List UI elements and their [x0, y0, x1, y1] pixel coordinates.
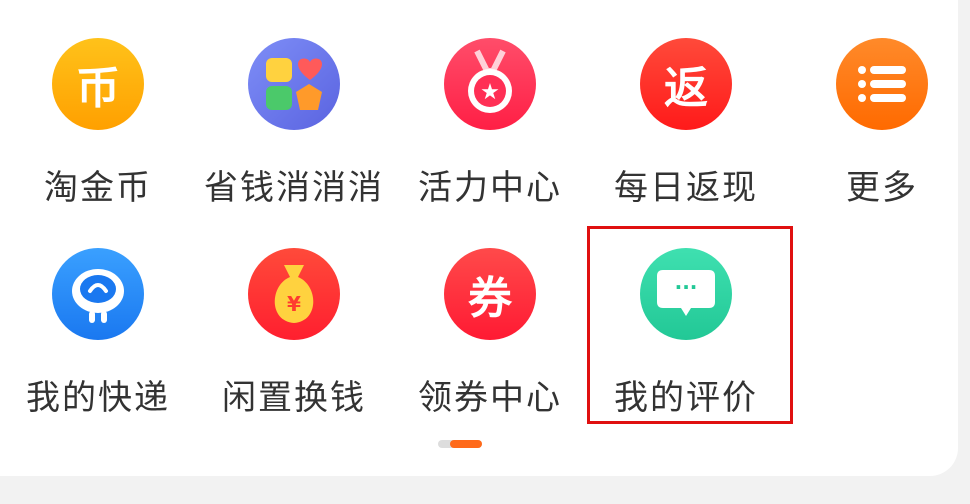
page-indicator-active [450, 440, 482, 448]
money-bag-icon: ¥ [248, 248, 340, 340]
service-more[interactable]: 更多 [784, 0, 970, 208]
services-panel: 币 淘金币 省钱消消消 ★ 活力中心 返 每日返现 更多 我的快递 ¥ 闲置换钱… [0, 0, 958, 476]
more-list-icon [836, 38, 928, 130]
coupon-icon: 券 [444, 248, 536, 340]
medal-star-glyph: ★ [480, 80, 500, 105]
service-label: 闲置换钱 [222, 378, 366, 418]
service-vitality-center[interactable]: ★ 活力中心 [392, 0, 588, 208]
medal-shape: ★ [468, 49, 512, 113]
service-label: 领券中心 [418, 378, 562, 418]
selection-highlight-box [587, 226, 793, 424]
page-indicator[interactable] [438, 440, 482, 448]
cashback-glyph: 返 [664, 63, 708, 114]
coupon-glyph: 券 [468, 273, 512, 324]
service-tao-gold-coin[interactable]: 币 淘金币 [0, 0, 196, 208]
service-label: 我的快递 [26, 378, 170, 418]
service-label: 更多 [846, 168, 918, 208]
courier-mascot-icon [52, 248, 144, 340]
money-bag-glyph: ¥ [287, 292, 301, 316]
service-daily-cashback[interactable]: 返 每日返现 [588, 0, 784, 208]
list-lines-shape [858, 66, 906, 102]
service-save-money-game[interactable]: 省钱消消消 [196, 0, 392, 208]
medal-star-icon: ★ [444, 38, 536, 130]
gold-coin-icon: 币 [52, 38, 144, 130]
gold-coin-glyph: 币 [76, 63, 120, 114]
service-label: 每日返现 [614, 168, 758, 208]
service-label: 活力中心 [418, 168, 562, 208]
money-bag-shape: ¥ [274, 265, 314, 323]
puzzle-blocks-shape [266, 58, 322, 110]
puzzle-blocks-icon [248, 38, 340, 130]
mascot-shape [72, 269, 124, 323]
service-my-express[interactable]: 我的快递 [0, 210, 196, 418]
service-idle-to-cash[interactable]: ¥ 闲置换钱 [196, 210, 392, 418]
service-label: 省钱消消消 [204, 168, 384, 208]
service-coupon-center[interactable]: 券 领券中心 [392, 210, 588, 418]
cashback-icon: 返 [640, 38, 732, 130]
service-label: 淘金币 [44, 168, 152, 208]
